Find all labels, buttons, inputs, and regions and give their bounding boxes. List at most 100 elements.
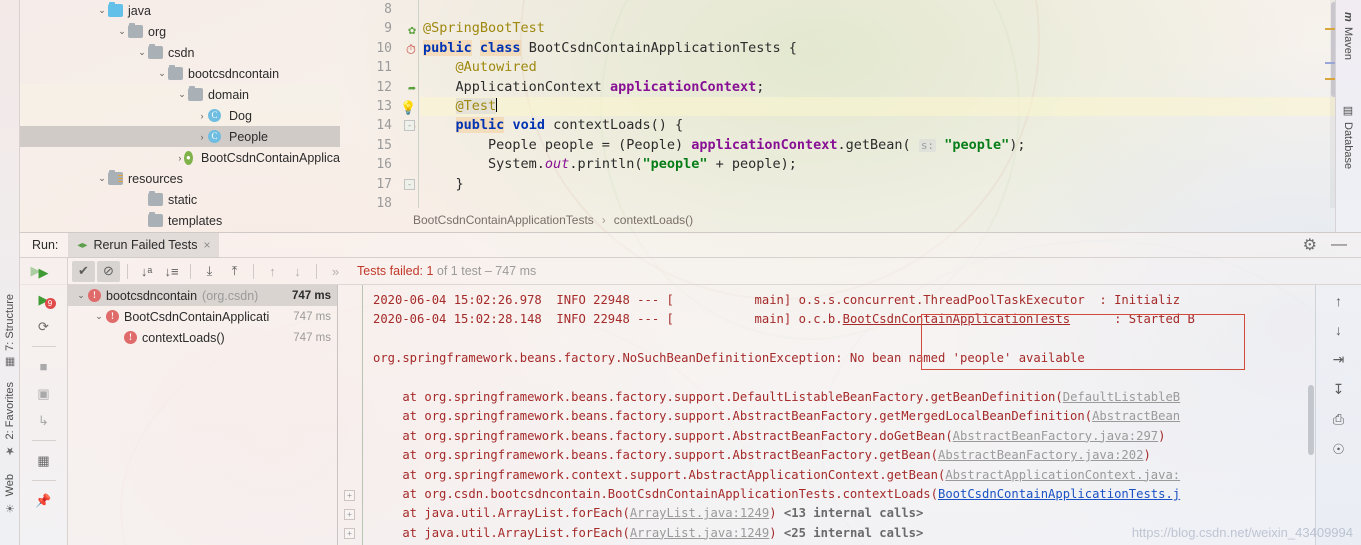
scroll-to-end-icon[interactable]: ↧ <box>1333 381 1345 398</box>
gutter-line[interactable]: 14⏱- <box>360 116 420 135</box>
scroll-up-icon[interactable]: ↑ <box>1335 293 1342 309</box>
console-output[interactable]: + + + 2020-06-04 15:02:26.978 INFO 22948… <box>339 285 1315 545</box>
tree-item-domain[interactable]: ⌄ domain <box>20 84 340 105</box>
tree-item-org[interactable]: ⌄ org <box>20 21 340 42</box>
breadcrumb-class[interactable]: BootCsdnContainApplicationTests <box>413 213 594 227</box>
code-editor[interactable]: 89✿10⏱1112➦13💡14⏱-151617-1819 @SpringBoo… <box>360 0 1335 208</box>
code-line[interactable]: @SpringBootTest <box>420 19 1335 38</box>
project-tree[interactable]: ⌄ java ⌄ org ⌄ csdn ⌄ bootcsdncontain ⌄ … <box>20 0 340 228</box>
sidebar-item-web[interactable]: ☀ Web <box>0 470 20 518</box>
soft-wrap-icon[interactable]: ⇥ <box>1333 351 1345 368</box>
chevron-down-icon[interactable]: ⌄ <box>74 290 88 301</box>
gutter-line[interactable]: 8 <box>360 0 420 19</box>
editor-marker-warning[interactable] <box>1325 28 1335 30</box>
console-scrollbar[interactable] <box>1307 285 1315 545</box>
chevron-right-icon[interactable]: › <box>196 132 208 142</box>
code-line[interactable]: public void contextLoads() { <box>420 116 1335 135</box>
tree-item-dog[interactable]: › C Dog <box>20 105 340 126</box>
breadcrumb-method[interactable]: contextLoads() <box>614 213 693 227</box>
close-icon[interactable]: × <box>203 238 210 252</box>
code-line[interactable]: } <box>420 175 1335 194</box>
chevron-down-icon[interactable]: ⌄ <box>96 173 108 184</box>
show-ignored-toggle[interactable]: ⊘ <box>97 260 120 282</box>
spring-bean-icon[interactable]: ➦ <box>400 80 416 97</box>
clear-all-icon[interactable]: ☉ <box>1332 441 1345 458</box>
tree-item-resources[interactable]: ⌄ resources <box>20 168 340 189</box>
test-tree-row[interactable]: ⌄! BootCsdnContainApplicati 747 ms <box>68 306 337 327</box>
scroll-down-icon[interactable]: ↓ <box>1335 322 1342 338</box>
editor-marker-warning[interactable] <box>1325 78 1335 80</box>
sidebar-item-favorites[interactable]: ★ 2: Favorites <box>0 378 20 461</box>
pin-icon[interactable]: 📌 <box>32 490 56 511</box>
test-tree-row[interactable]: ! contextLoads() 747 ms <box>68 327 337 348</box>
show-passed-toggle[interactable]: ✔ <box>72 260 95 282</box>
sidebar-item-maven[interactable]: m Maven <box>1335 8 1361 64</box>
expand-icon[interactable]: + <box>344 528 355 539</box>
chevron-down-icon[interactable]: ⌄ <box>116 26 128 37</box>
run-test-icon[interactable]: ⏱ <box>400 41 416 58</box>
tree-item-bootcsdncontain[interactable]: ⌄ bootcsdncontain <box>20 63 340 84</box>
code-line[interactable]: @Test <box>420 96 1335 117</box>
gutter-line[interactable]: 18 <box>360 194 420 208</box>
test-tree-row[interactable]: ⌄! bootcsdncontain (org.csdn) 747 ms <box>68 285 337 306</box>
bulb-icon[interactable]: 💡 <box>400 99 416 116</box>
tree-item-bootcsdncontainapplication[interactable]: › ● BootCsdnContainApplica <box>20 147 340 168</box>
tree-item-people[interactable]: › C People <box>20 126 340 147</box>
gutter-line[interactable]: 15 <box>360 136 420 155</box>
tree-item-templates[interactable]: templates <box>20 210 340 228</box>
gutter-line[interactable]: 12 ➦ <box>360 78 420 97</box>
fold-icon[interactable]: - <box>404 178 415 190</box>
previous-failure-icon[interactable]: ↑ <box>261 261 284 282</box>
chevron-down-icon[interactable]: ⌄ <box>136 47 148 58</box>
spring-leaf-icon[interactable]: ✿ <box>400 21 416 38</box>
gutter-line[interactable]: 16 <box>360 155 420 174</box>
chevron-right-icon[interactable]: › <box>176 153 184 163</box>
tree-item-static[interactable]: static <box>20 189 340 210</box>
editor-code-area[interactable]: @SpringBootTest public class BootCsdnCont… <box>420 0 1335 208</box>
editor-marker-info[interactable] <box>1325 62 1335 64</box>
expand-all-icon[interactable]: ⤓ <box>198 261 221 282</box>
gutter-line[interactable]: 13 💡 <box>360 97 420 116</box>
gutter-line[interactable]: 17- <box>360 175 420 194</box>
debug-icon[interactable]: ▶ 9 <box>32 289 56 310</box>
tab-rerun-failed-tests[interactable]: ◂▸ Rerun Failed Tests × <box>68 232 220 258</box>
code-line[interactable] <box>420 194 1335 208</box>
screenshot-icon[interactable]: ▣ <box>32 383 56 404</box>
chevron-down-icon[interactable]: ⌄ <box>176 89 188 100</box>
gear-icon[interactable]: ⚙ <box>1303 235 1317 255</box>
gutter-line[interactable]: 11 <box>360 58 420 77</box>
sidebar-item-database[interactable]: ▤ Database <box>1335 100 1361 173</box>
code-line[interactable]: ApplicationContext applicationContext; <box>420 78 1335 97</box>
fold-icon[interactable]: - <box>404 120 415 132</box>
test-results-tree[interactable]: ⌄! bootcsdncontain (org.csdn) 747 ms ⌄! BootC… <box>68 285 338 545</box>
minimize-icon[interactable]: — <box>1331 236 1347 254</box>
tree-item-csdn[interactable]: ⌄ csdn <box>20 42 340 63</box>
layout-icon[interactable]: ▦ <box>32 450 56 471</box>
chevron-right-icon[interactable]: › <box>196 111 208 121</box>
gutter-line[interactable]: 9 ✿ <box>360 19 420 38</box>
sort-alphabetically-icon[interactable]: ↓ᵃ <box>135 261 158 282</box>
print-icon[interactable]: ⎙ <box>1333 411 1344 428</box>
collapse-all-icon[interactable]: ⤒ <box>223 261 246 282</box>
chevron-down-icon[interactable]: ⌄ <box>96 5 108 16</box>
chevron-down-icon[interactable]: ⌄ <box>156 68 168 79</box>
code-line[interactable]: People people = (People) applicationCont… <box>420 136 1335 155</box>
gutter-line[interactable]: 10 ⏱ <box>360 39 420 58</box>
code-line[interactable]: @Autowired <box>420 58 1335 77</box>
chevron-down-icon[interactable]: ⌄ <box>92 311 106 322</box>
sort-by-duration-icon[interactable]: ↓≡ <box>160 261 183 282</box>
tree-item-java[interactable]: ⌄ java <box>20 0 340 21</box>
code-line[interactable]: public class BootCsdnContainApplicationT… <box>420 39 1335 58</box>
console-scrollbar-thumb[interactable] <box>1308 385 1314 455</box>
expand-icon[interactable]: + <box>344 509 355 520</box>
breadcrumb[interactable]: BootCsdnContainApplicationTests › contex… <box>360 209 1335 231</box>
next-failure-icon[interactable]: ↓ <box>286 261 309 282</box>
export-icon[interactable]: ↳ <box>32 410 56 431</box>
rerun-icon[interactable]: ⟳ <box>32 316 56 337</box>
expand-icon[interactable]: + <box>344 490 355 501</box>
run-icon[interactable]: ▶ <box>32 262 56 283</box>
code-line[interactable]: System.out.println("people" + people); <box>420 155 1335 174</box>
more-options-icon[interactable]: » <box>324 261 347 282</box>
stop-icon[interactable]: ■ <box>32 356 56 377</box>
editor-gutter[interactable]: 89✿10⏱1112➦13💡14⏱-151617-1819 <box>360 0 420 208</box>
